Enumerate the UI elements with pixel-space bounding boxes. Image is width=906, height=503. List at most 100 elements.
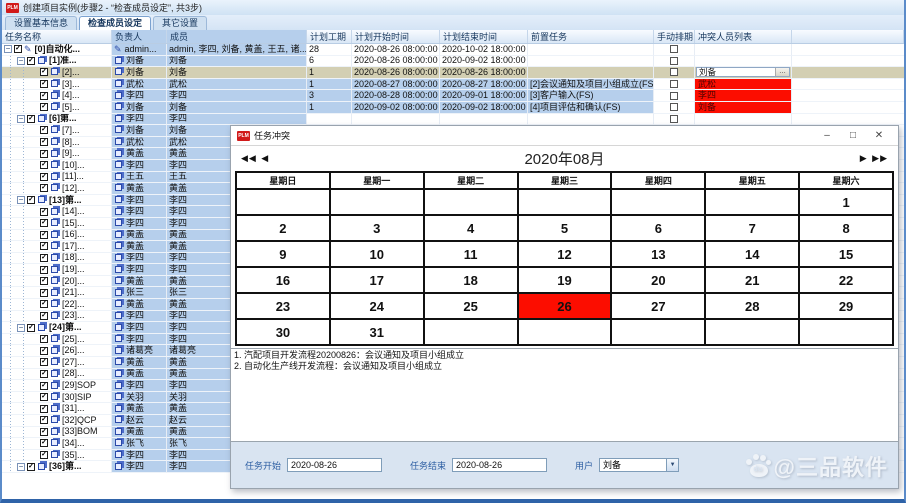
task-tree-cell[interactable]: ✓[27]...	[2, 357, 112, 369]
conflict-list-cell[interactable]: 刘备…	[695, 67, 792, 79]
owner-cell[interactable]: 张三	[112, 287, 167, 299]
owner-cell[interactable]: 黄盖	[112, 241, 167, 253]
collapse-icon[interactable]: −	[17, 57, 25, 65]
manual-schedule-checkbox[interactable]	[670, 103, 678, 111]
members-cell[interactable]: 李四	[167, 90, 307, 102]
ellipsis-button[interactable]: …	[775, 68, 789, 76]
task-tree-cell[interactable]: ✓[9]...	[2, 148, 112, 160]
owner-cell[interactable]: 李四	[112, 461, 167, 473]
task-checkbox[interactable]: ✓	[40, 335, 48, 343]
task-checkbox[interactable]: ✓	[40, 300, 48, 308]
members-cell[interactable]: 刘备	[167, 67, 307, 79]
conflict-list-cell[interactable]	[695, 44, 792, 56]
task-tree-cell[interactable]: ✓[20]...	[2, 276, 112, 288]
task-tree-cell[interactable]: ✓[5]...	[2, 102, 112, 114]
task-tree-cell[interactable]: −✓[13]第...	[2, 195, 112, 207]
task-tree-cell[interactable]: ✓[34]...	[2, 438, 112, 450]
plan-start-cell[interactable]: 2020-08-26 08:00:00	[352, 56, 440, 68]
task-checkbox[interactable]: ✓	[40, 266, 48, 274]
plan-start-cell[interactable]	[352, 114, 440, 126]
calendar-day-cell[interactable]: 28	[705, 293, 799, 319]
collapse-icon[interactable]: −	[17, 463, 25, 471]
calendar-day-cell[interactable]: 26	[518, 293, 612, 319]
task-checkbox[interactable]: ✓	[40, 451, 48, 459]
task-tree-cell[interactable]: ✓[29]SOP	[2, 380, 112, 392]
table-row[interactable]: −✓✎[0]自动化...✎admin...admin, 李四, 刘备, 黄盖, …	[2, 44, 904, 56]
calendar-day-cell[interactable]: 19	[518, 267, 612, 293]
members-cell[interactable]: admin, 李四, 刘备, 黄盖, 王五, 诸...	[167, 44, 307, 56]
predecessor-cell[interactable]: [3]客户输入(FS)	[528, 90, 654, 102]
plan-start-cell[interactable]: 2020-08-26 08:00:00	[352, 44, 440, 56]
calendar-day-cell[interactable]: 6	[611, 215, 705, 241]
col-predecessor[interactable]: 前置任务	[528, 30, 654, 43]
calendar-day-cell[interactable]: 5	[518, 215, 612, 241]
task-checkbox[interactable]: ✓	[40, 161, 48, 169]
owner-cell[interactable]: 关羽	[112, 392, 167, 404]
task-checkbox[interactable]: ✓	[40, 208, 48, 216]
owner-cell[interactable]: 刘备	[112, 67, 167, 79]
owner-cell[interactable]: 李四	[112, 322, 167, 334]
task-checkbox[interactable]: ✓	[40, 173, 48, 181]
duration-cell[interactable]: 6	[307, 56, 352, 68]
task-tree-cell[interactable]: ✓[8]...	[2, 137, 112, 149]
task-tree-cell[interactable]: ✓[35]...	[2, 450, 112, 462]
task-checkbox[interactable]: ✓	[27, 57, 35, 65]
calendar-day-cell[interactable]: 21	[705, 267, 799, 293]
task-tree-cell[interactable]: ✓[2]...	[2, 67, 112, 79]
table-row[interactable]: ✓[2]...刘备刘备12020-08-26 08:00:002020-08-2…	[2, 67, 904, 79]
owner-cell[interactable]: 李四	[112, 450, 167, 462]
tab-other-settings[interactable]: 其它设置	[153, 16, 207, 30]
calendar-day-cell[interactable]: 22	[799, 267, 893, 293]
task-tree-cell[interactable]: −✓[36]第...	[2, 461, 112, 473]
task-checkbox[interactable]: ✓	[40, 405, 48, 413]
plan-end-cell[interactable]: 2020-09-02 18:00:00	[440, 102, 528, 114]
task-checkbox[interactable]: ✓	[40, 80, 48, 88]
task-checkbox[interactable]: ✓	[40, 347, 48, 355]
task-tree-cell[interactable]: ✓[28]...	[2, 369, 112, 381]
task-checkbox[interactable]: ✓	[40, 416, 48, 424]
calendar-day-cell[interactable]	[424, 189, 518, 215]
owner-cell[interactable]: 李四	[112, 206, 167, 218]
owner-cell[interactable]: 李四	[112, 195, 167, 207]
task-checkbox[interactable]: ✓	[40, 393, 48, 401]
task-tree-cell[interactable]: −✓[1]准...	[2, 56, 112, 68]
calendar-day-cell[interactable]: 13	[611, 241, 705, 267]
task-checkbox[interactable]: ✓	[40, 103, 48, 111]
owner-cell[interactable]: 李四	[112, 114, 167, 126]
calendar-day-cell[interactable]: 16	[236, 267, 330, 293]
task-tree-cell[interactable]: ✓[16]...	[2, 230, 112, 242]
tab-basic-info[interactable]: 设置基本信息	[5, 16, 77, 30]
duration-cell[interactable]	[307, 114, 352, 126]
calendar-day-cell[interactable]	[705, 319, 799, 345]
calendar-day-cell[interactable]: 8	[799, 215, 893, 241]
owner-cell[interactable]: 李四	[112, 334, 167, 346]
owner-cell[interactable]: 李四	[112, 264, 167, 276]
task-tree-cell[interactable]: −✓✎[0]自动化...	[2, 44, 112, 56]
duration-cell[interactable]: 28	[307, 44, 352, 56]
collapse-icon[interactable]: −	[17, 115, 25, 123]
calendar-day-cell[interactable]: 10	[330, 241, 424, 267]
task-checkbox[interactable]: ✓	[14, 45, 22, 53]
task-checkbox[interactable]: ✓	[40, 126, 48, 134]
owner-cell[interactable]: 张飞	[112, 438, 167, 450]
calendar-day-cell[interactable]: 29	[799, 293, 893, 319]
user-dropdown[interactable]: 刘备 ▼	[599, 458, 679, 472]
table-row[interactable]: ✓[3]...武松武松12020-08-27 08:00:002020-08-2…	[2, 79, 904, 91]
calendar-day-cell[interactable]	[705, 189, 799, 215]
task-tree-cell[interactable]: ✓[11]...	[2, 172, 112, 184]
collapse-icon[interactable]: −	[4, 45, 12, 53]
task-tree-cell[interactable]: ✓[30]SIP	[2, 392, 112, 404]
owner-cell[interactable]: 李四	[112, 218, 167, 230]
task-checkbox[interactable]: ✓	[40, 68, 48, 76]
conflict-list-cell[interactable]: 刘备	[695, 102, 792, 114]
plan-start-cell[interactable]: 2020-09-02 08:00:00	[352, 102, 440, 114]
task-tree-cell[interactable]: ✓[10]...	[2, 160, 112, 172]
conflict-list-cell[interactable]	[695, 114, 792, 126]
close-icon[interactable]: ✕	[866, 127, 892, 145]
task-checkbox[interactable]: ✓	[40, 289, 48, 297]
owner-cell[interactable]: ✎admin...	[112, 44, 167, 56]
calendar-day-cell[interactable]: 17	[330, 267, 424, 293]
table-row[interactable]: −✓[1]准...刘备刘备62020-08-26 08:00:002020-09…	[2, 56, 904, 68]
col-task-name[interactable]: 任务名称	[2, 30, 112, 43]
calendar-day-cell[interactable]: 14	[705, 241, 799, 267]
